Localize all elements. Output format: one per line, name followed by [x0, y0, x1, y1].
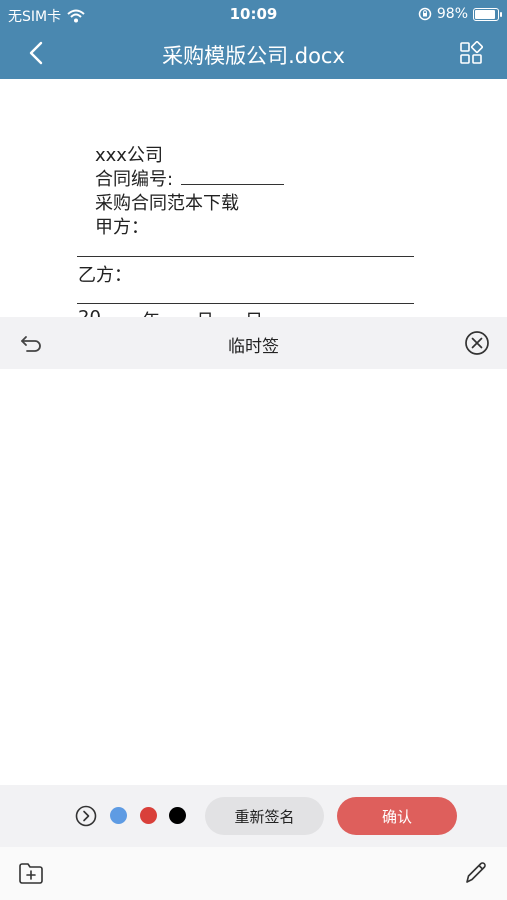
battery-percent: 98%	[436, 6, 468, 22]
navigation-bar: 采购模版公司.docx	[0, 28, 507, 79]
doc-company-line: xxx公司	[95, 145, 163, 166]
color-swatch-blue[interactable]	[110, 807, 127, 824]
status-bar: 无SIM卡 10:09 98%	[0, 0, 507, 28]
signature-canvas[interactable]	[0, 369, 507, 785]
status-right: 98%	[418, 6, 502, 22]
doc-title-line: 采购合同范本下载	[95, 193, 239, 214]
signature-toolbar: 重新签名 确认	[0, 785, 507, 847]
grid-menu-icon[interactable]	[459, 41, 483, 65]
doc-party-a-line: 甲方：	[95, 217, 149, 238]
doc-party-b-line: 乙方：	[78, 265, 132, 286]
pencil-icon[interactable]	[461, 858, 491, 888]
add-folder-icon[interactable]	[17, 859, 45, 887]
color-swatch-red[interactable]	[140, 807, 157, 824]
battery-icon	[473, 7, 502, 21]
doc-contract-number-line: 合同编号:	[95, 169, 174, 190]
back-chevron-icon[interactable]	[22, 38, 52, 68]
close-circle-icon[interactable]	[464, 330, 490, 356]
doc-date-day: 日	[245, 307, 263, 317]
doc-date-year: 年	[142, 307, 160, 317]
expand-arrow-icon[interactable]	[75, 805, 97, 827]
app-header: 无SIM卡 10:09 98% 采购模版公司.docx	[0, 0, 507, 79]
document-preview[interactable]: xxx公司 合同编号: 采购合同范本下载 甲方： 乙方： 20 年 月 日	[0, 79, 507, 317]
resign-button[interactable]: 重新签名	[205, 797, 324, 835]
signature-header: 临时签	[0, 317, 507, 369]
doc-party-a-rule	[77, 256, 414, 257]
bottom-bar	[0, 847, 507, 900]
doc-date-year-prefix: 20	[78, 307, 101, 317]
doc-contract-number-underline	[181, 184, 284, 185]
confirm-button[interactable]: 确认	[337, 797, 457, 835]
signature-title: 临时签	[228, 337, 279, 357]
color-swatch-black[interactable]	[169, 807, 186, 824]
doc-party-b-rule	[77, 303, 414, 304]
orientation-lock-icon	[418, 7, 432, 21]
page-title: 采购模版公司.docx	[162, 44, 345, 68]
doc-date-month: 月	[196, 307, 214, 317]
